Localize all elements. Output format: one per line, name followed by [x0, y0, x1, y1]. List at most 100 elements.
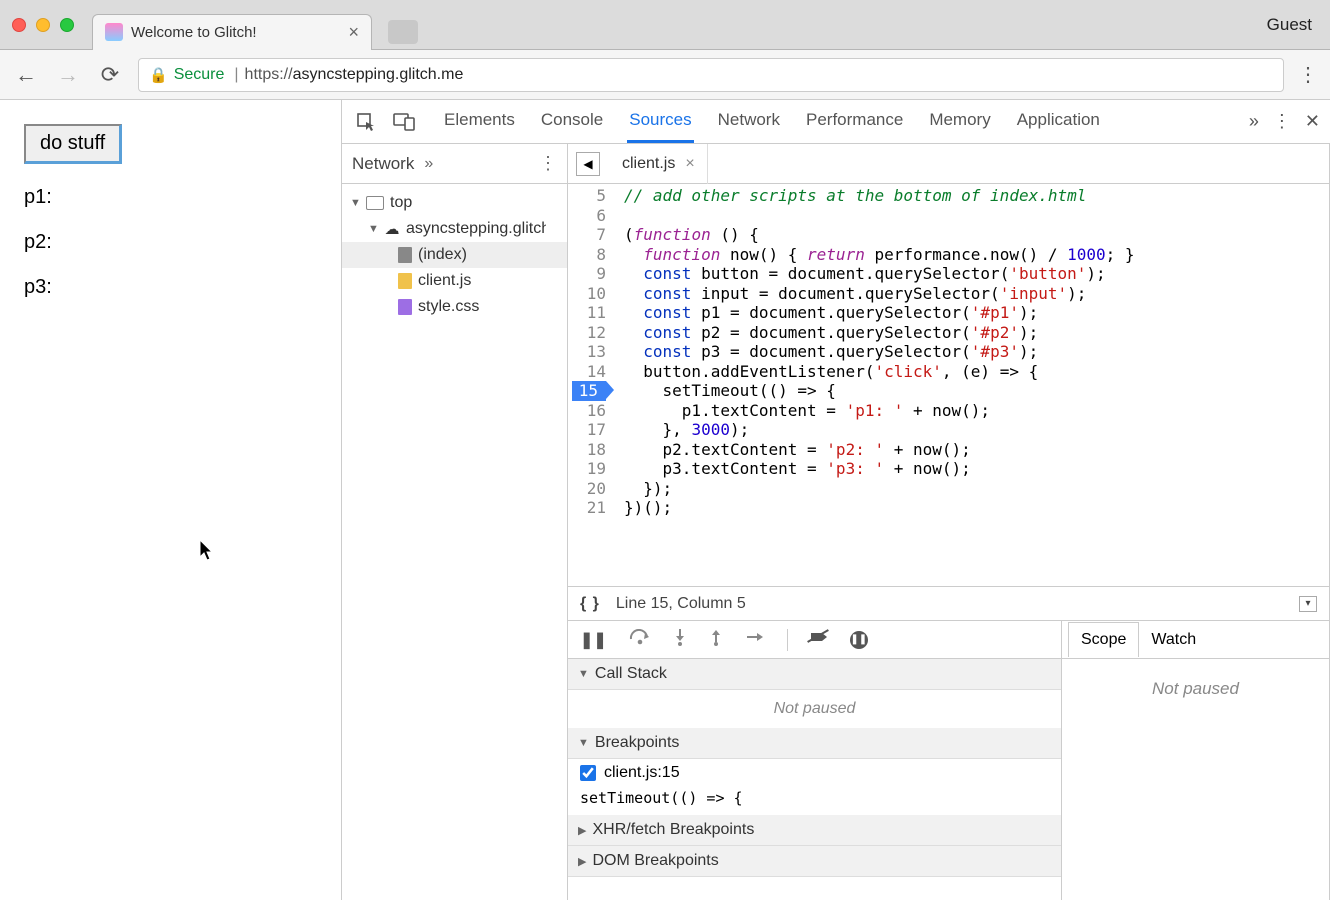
device-toolbar-icon[interactable] [390, 108, 418, 136]
code-line[interactable]: const p2 = document.querySelector('#p2')… [624, 323, 1319, 343]
deactivate-breakpoints-button[interactable] [810, 628, 828, 651]
breakpoints-header[interactable]: ▼ Breakpoints [568, 728, 1061, 759]
line-number[interactable]: 15 [572, 381, 606, 401]
step-button[interactable] [745, 630, 765, 649]
code-line[interactable]: button.addEventListener('click', (e) => … [624, 362, 1319, 382]
code-line[interactable]: const input = document.querySelector('in… [624, 284, 1319, 304]
devtools-tab-elements[interactable]: Elements [442, 100, 517, 143]
toggle-navigator-icon[interactable]: ◀ [576, 152, 600, 176]
profile-label[interactable]: Guest [1267, 15, 1312, 35]
editor-tab-clientjs[interactable]: client.js × [610, 144, 708, 184]
tree-file[interactable]: client.js [342, 268, 567, 294]
code-line[interactable]: p2.textContent = 'p2: ' + now(); [624, 440, 1319, 460]
code-line[interactable]: setTimeout(() => { [624, 381, 1319, 401]
code-line[interactable] [624, 206, 1319, 226]
devtools-close-icon[interactable]: ✕ [1305, 111, 1320, 132]
devtools-tab-memory[interactable]: Memory [927, 100, 992, 143]
cloud-icon: ☁ [384, 221, 400, 237]
line-number[interactable]: 18 [572, 440, 606, 460]
line-number[interactable]: 19 [572, 459, 606, 479]
lock-icon: 🔒 [149, 66, 168, 84]
tree-file[interactable]: (index) [342, 242, 567, 268]
close-file-icon[interactable]: × [685, 155, 694, 173]
line-number[interactable]: 20 [572, 479, 606, 499]
line-number[interactable]: 13 [572, 342, 606, 362]
navigator-tabs: Network » ⋮ [342, 144, 567, 184]
navigator-overflow-icon[interactable]: » [424, 155, 433, 173]
code-line[interactable]: })(); [624, 498, 1319, 518]
new-tab-button[interactable] [388, 20, 418, 44]
line-number[interactable]: 9 [572, 264, 606, 284]
breakpoint-checkbox[interactable] [580, 765, 596, 781]
code-line[interactable]: p3.textContent = 'p3: ' + now(); [624, 459, 1319, 479]
line-number[interactable]: 14 [572, 362, 606, 382]
line-number[interactable]: 6 [572, 206, 606, 226]
tree-top[interactable]: ▼ top [342, 190, 567, 216]
breakpoint-item[interactable]: client.js:15 [568, 759, 1061, 787]
folder-icon [366, 196, 384, 210]
line-number[interactable]: 7 [572, 225, 606, 245]
navigator-menu-icon[interactable]: ⋮ [539, 153, 557, 174]
code-line[interactable]: const button = document.querySelector('b… [624, 264, 1319, 284]
favicon [105, 23, 123, 41]
do-stuff-button[interactable]: do stuff [24, 124, 122, 164]
line-number[interactable]: 5 [572, 186, 606, 206]
dom-breakpoints-header[interactable]: ▶ DOM Breakpoints [568, 846, 1061, 877]
step-over-button[interactable] [629, 629, 651, 650]
code-line[interactable]: }); [624, 479, 1319, 499]
browser-tab[interactable]: Welcome to Glitch! × [92, 14, 372, 50]
step-into-button[interactable] [673, 628, 687, 651]
pause-on-exceptions-button[interactable]: ❚❚ [850, 631, 868, 649]
reload-button[interactable]: ⟳ [96, 61, 124, 89]
minimize-window-button[interactable] [36, 18, 50, 32]
close-tab-icon[interactable]: × [348, 22, 359, 43]
scope-watch-pane: Scope Watch Not paused [1062, 621, 1329, 900]
maximize-window-button[interactable] [60, 18, 74, 32]
toggle-drawer-icon[interactable]: ▾ [1299, 596, 1317, 612]
callstack-header[interactable]: ▼ Call Stack [568, 659, 1061, 690]
inspect-element-icon[interactable] [352, 108, 380, 136]
step-out-button[interactable] [709, 628, 723, 651]
line-number[interactable]: 10 [572, 284, 606, 304]
code-editor[interactable]: 56789101112131415161718192021 // add oth… [568, 184, 1329, 586]
line-number[interactable]: 11 [572, 303, 606, 323]
pause-button[interactable]: ❚❚ [580, 630, 607, 650]
code-line[interactable]: p1.textContent = 'p1: ' + now(); [624, 401, 1319, 421]
line-number[interactable]: 21 [572, 498, 606, 518]
address-bar[interactable]: 🔒 Secure | https://asyncstepping.glitch.… [138, 58, 1284, 92]
devtools-tab-console[interactable]: Console [539, 100, 605, 143]
file-name: client.js [418, 272, 471, 290]
devtools-tab-performance[interactable]: Performance [804, 100, 905, 143]
pretty-print-icon[interactable]: { } [580, 595, 600, 613]
scope-tab[interactable]: Scope [1068, 622, 1139, 657]
chevron-right-icon: ▶ [578, 824, 586, 837]
code-line[interactable]: const p3 = document.querySelector('#p3')… [624, 342, 1319, 362]
devtools-overflow-icon[interactable]: » [1249, 111, 1259, 132]
browser-menu-icon[interactable]: ⋮ [1298, 62, 1318, 87]
line-number[interactable]: 17 [572, 420, 606, 440]
close-window-button[interactable] [12, 18, 26, 32]
devtools-tab-sources[interactable]: Sources [627, 100, 693, 143]
devtools-tab-application[interactable]: Application [1015, 100, 1102, 143]
code-line[interactable]: // add other scripts at the bottom of in… [624, 186, 1319, 206]
navigator-tab-network[interactable]: Network [352, 154, 414, 174]
devtools-tab-network[interactable]: Network [716, 100, 782, 143]
code-line[interactable]: (function () { [624, 225, 1319, 245]
watch-tab[interactable]: Watch [1139, 623, 1208, 657]
xhr-breakpoints-label: XHR/fetch Breakpoints [592, 821, 754, 839]
tree-file[interactable]: style.css [342, 294, 567, 320]
file-name: (index) [418, 246, 467, 264]
devtools-menu-icon[interactable]: ⋮ [1273, 111, 1291, 132]
chevron-down-icon: ▼ [350, 197, 360, 209]
file-icon [398, 247, 412, 263]
code-line[interactable]: function now() { return performance.now(… [624, 245, 1319, 265]
line-number[interactable]: 12 [572, 323, 606, 343]
xhr-breakpoints-header[interactable]: ▶ XHR/fetch Breakpoints [568, 815, 1061, 846]
line-number[interactable]: 8 [572, 245, 606, 265]
code-line[interactable]: }, 3000); [624, 420, 1319, 440]
code-line[interactable]: const p1 = document.querySelector('#p1')… [624, 303, 1319, 323]
forward-button[interactable]: → [54, 61, 82, 89]
tree-domain[interactable]: ▼ ☁ asyncstepping.glitch.me [342, 216, 567, 242]
line-number[interactable]: 16 [572, 401, 606, 421]
back-button[interactable]: ← [12, 61, 40, 89]
